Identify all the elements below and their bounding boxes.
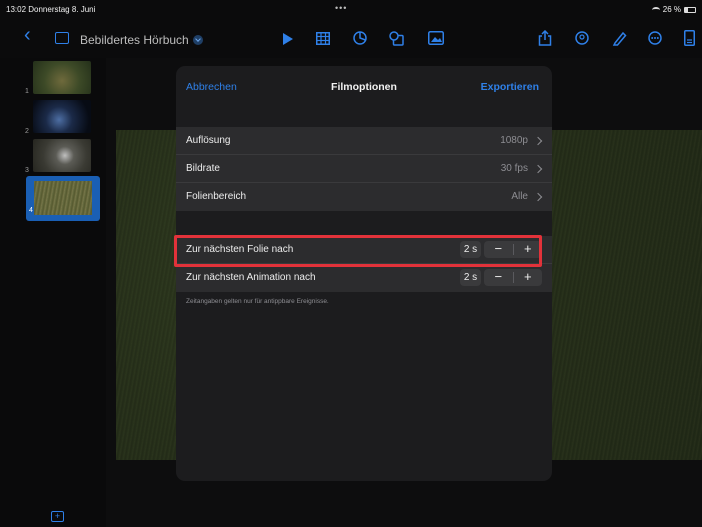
document-title[interactable]: Bebildertes Hörbuch — [80, 33, 203, 47]
next-animation-delay-row: Zur nächsten Animation nach 2 s − + — [176, 264, 552, 292]
format-icon[interactable] — [612, 30, 628, 46]
slide-number: 4 — [29, 207, 33, 214]
table-icon[interactable] — [316, 32, 330, 45]
resolution-row[interactable]: Auflösung 1080p — [176, 127, 552, 155]
row-value: 1080p — [500, 135, 528, 146]
app-toolbar: ‹ Bebildertes Hörbuch — [0, 20, 702, 58]
slide-range-row[interactable]: Folienbereich Alle — [176, 183, 552, 211]
row-value: 30 fps — [500, 163, 528, 174]
shapes-icon[interactable] — [389, 31, 404, 46]
movie-options-dialog: Abbrechen Filmoptionen Exportieren Auflö… — [176, 66, 552, 481]
dialog-header: Abbrechen Filmoptionen Exportieren — [176, 66, 552, 110]
slide-number: 2 — [25, 128, 29, 135]
sidebar-icon[interactable] — [55, 32, 69, 44]
play-icon[interactable] — [282, 33, 293, 45]
row-label: Bildrate — [186, 163, 220, 174]
chevron-right-icon — [533, 136, 543, 146]
frame-rate-row[interactable]: Bildrate 30 fps — [176, 155, 552, 183]
share-icon[interactable] — [538, 30, 552, 46]
chevron-right-icon — [533, 192, 543, 202]
export-button[interactable]: Exportieren — [481, 81, 539, 93]
row-label: Auflösung — [186, 135, 231, 146]
chevron-down-icon[interactable] — [192, 35, 203, 45]
battery-icon — [684, 6, 696, 13]
slide-thumbnail-3[interactable] — [33, 139, 91, 172]
document-icon[interactable] — [684, 30, 695, 46]
collaborate-icon[interactable] — [575, 31, 589, 45]
slide-thumbnail-image — [34, 181, 92, 215]
more-icon[interactable] — [648, 31, 662, 45]
slide-thumbnail-4-selected[interactable]: 4 — [26, 176, 100, 221]
row-value: Alle — [511, 191, 528, 202]
slide-number: 1 — [25, 88, 29, 95]
wifi-icon — [651, 6, 660, 13]
back-icon[interactable]: ‹ — [24, 25, 31, 45]
slide-thumbnail-1[interactable] — [33, 61, 91, 94]
next-animation-delay-stepper: − + — [484, 269, 542, 286]
highlight-box — [174, 235, 542, 267]
status-bar: 13:02 Donnerstag 8. Juni ••• 26 % — [0, 0, 702, 20]
status-time: 13:02 Donnerstag 8. Juni — [6, 5, 96, 14]
increment-button[interactable]: + — [514, 269, 543, 286]
media-icon[interactable] — [428, 31, 444, 45]
settings-group: Auflösung 1080p Bildrate 30 fps Folienbe… — [176, 127, 552, 211]
timing-footnote: Zeitangaben gelten nur für antippbare Er… — [186, 298, 329, 305]
document-title-label: Bebildertes Hörbuch — [80, 33, 189, 47]
add-slide-button[interactable]: + — [51, 511, 64, 522]
multitask-dots[interactable]: ••• — [335, 3, 347, 13]
slide-number: 3 — [25, 167, 29, 174]
delay-value: 2 s — [460, 269, 481, 286]
slide-thumbnail-2[interactable] — [33, 100, 91, 133]
chevron-right-icon — [533, 164, 543, 174]
slide-navigator: 1 2 3 4 + — [0, 58, 106, 527]
row-label: Folienbereich — [186, 191, 247, 202]
row-label: Zur nächsten Animation nach — [186, 272, 316, 283]
status-right: 26 % — [651, 5, 696, 14]
battery-percent: 26 % — [662, 5, 681, 14]
decrement-button[interactable]: − — [484, 269, 513, 286]
chart-icon[interactable] — [353, 31, 367, 45]
